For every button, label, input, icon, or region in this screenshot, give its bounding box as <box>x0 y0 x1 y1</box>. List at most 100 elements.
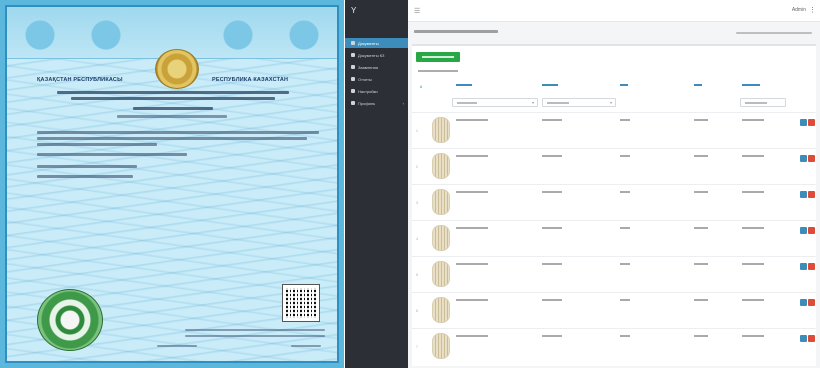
chart-icon <box>351 77 355 81</box>
sidebar-item-documents[interactable]: Документы <box>345 38 408 48</box>
cell-number <box>542 263 562 265</box>
records-count <box>418 70 458 72</box>
state-emblem-icon <box>155 49 199 89</box>
cell-name <box>456 119 488 121</box>
menu-icon[interactable]: ☰ <box>414 7 420 15</box>
column-header-number[interactable] <box>542 84 558 86</box>
certificate-country-ru: РЕСПУБЛИКА КАЗАХСТАН <box>212 77 289 83</box>
certificate-footer-line <box>157 345 197 347</box>
add-document-button[interactable] <box>416 52 460 62</box>
cell-status <box>742 299 764 301</box>
cell-status <box>742 227 764 229</box>
row-number: 5 <box>416 273 418 277</box>
sidebar-item-label: Документы КЗ <box>358 52 385 58</box>
certificate-seal-icon <box>37 289 103 351</box>
cell-type <box>694 227 708 229</box>
sidebar-item-applications[interactable]: Заявления <box>345 62 408 72</box>
edit-button[interactable] <box>800 119 807 126</box>
table-row[interactable]: 7 <box>412 328 816 364</box>
chevron-left-icon: ‹ <box>402 100 404 106</box>
cell-name <box>456 335 488 337</box>
delete-button[interactable] <box>808 263 815 270</box>
table-row[interactable]: 5 <box>412 256 816 292</box>
table-row[interactable]: 2 <box>412 148 816 184</box>
row-number: 4 <box>416 237 418 241</box>
gear-icon <box>351 89 355 93</box>
sidebar-item-profile[interactable]: Профиль ‹ <box>345 98 408 108</box>
delete-button[interactable] <box>808 335 815 342</box>
cell-name <box>456 263 488 265</box>
document-icon <box>351 41 355 45</box>
cell-number <box>542 119 562 121</box>
column-header-status[interactable] <box>742 84 760 86</box>
sidebar-item-settings[interactable]: Настройки <box>345 86 408 96</box>
document-thumbnail[interactable] <box>432 153 450 179</box>
user-menu[interactable]: Admin <box>792 7 806 13</box>
certificate-text-line <box>37 153 187 156</box>
more-options-icon[interactable]: ⋮ <box>809 6 816 14</box>
cell-status <box>742 119 764 121</box>
edit-button[interactable] <box>800 299 807 306</box>
cell-name <box>456 191 488 193</box>
document-thumbnail[interactable] <box>432 333 450 359</box>
page-title-text <box>414 30 498 33</box>
app-logo[interactable]: Y <box>351 6 356 15</box>
sidebar-item-label: Настройки <box>358 88 378 94</box>
column-header-type[interactable] <box>694 84 702 86</box>
edit-button[interactable] <box>800 227 807 234</box>
document-thumbnail[interactable] <box>432 297 450 323</box>
cell-type <box>694 299 708 301</box>
certificate-text-line <box>37 131 319 134</box>
certificate-text-line <box>133 107 213 110</box>
certificate-text-line <box>37 165 137 168</box>
cell-status <box>742 335 764 337</box>
user-icon <box>351 101 355 105</box>
column-header-date[interactable] <box>620 84 628 86</box>
name-filter-input[interactable]: ▾ <box>452 98 538 107</box>
cell-name <box>456 155 488 157</box>
row-number: 1 <box>416 129 418 133</box>
cell-date <box>620 119 630 121</box>
sidebar-item-label: Профиль <box>358 100 376 106</box>
column-header-num: # <box>420 84 423 89</box>
document-thumbnail[interactable] <box>432 261 450 287</box>
chevron-down-icon: ▾ <box>531 100 534 105</box>
table-row[interactable]: 3 <box>412 184 816 220</box>
number-filter-input[interactable]: ▾ <box>542 98 616 107</box>
cell-status <box>742 263 764 265</box>
cell-type <box>694 191 708 193</box>
certificate-sheet: ҚАЗАҚСТАН РЕСПУБЛИКАСЫ РЕСПУБЛИКА КАЗАХС… <box>5 5 339 363</box>
certificate-image: ҚАЗАҚСТАН РЕСПУБЛИКАСЫ РЕСПУБЛИКА КАЗАХС… <box>0 0 344 368</box>
document-thumbnail[interactable] <box>432 189 450 215</box>
delete-button[interactable] <box>808 155 815 162</box>
cell-number <box>542 335 562 337</box>
cell-date <box>620 227 630 229</box>
delete-button[interactable] <box>808 299 815 306</box>
table-row[interactable]: 6 <box>412 292 816 328</box>
chevron-down-icon: ▾ <box>609 100 612 105</box>
edit-button[interactable] <box>800 191 807 198</box>
sidebar-item-documents-kz[interactable]: Документы КЗ <box>345 50 408 60</box>
table-row[interactable]: 1 <box>412 112 816 148</box>
delete-button[interactable] <box>808 227 815 234</box>
breadcrumb-text <box>736 32 812 34</box>
document-thumbnail[interactable] <box>432 225 450 251</box>
cell-date <box>620 263 630 265</box>
column-header-name[interactable] <box>456 84 472 86</box>
delete-button[interactable] <box>808 191 815 198</box>
edit-button[interactable] <box>800 263 807 270</box>
certificate-footer-line <box>185 335 325 337</box>
edit-button[interactable] <box>800 335 807 342</box>
delete-button[interactable] <box>808 119 815 126</box>
certificate-text-line <box>57 91 289 94</box>
breadcrumb[interactable] <box>736 32 812 34</box>
cell-date <box>620 191 630 193</box>
document-thumbnail[interactable] <box>432 117 450 143</box>
page-title <box>414 30 498 33</box>
sidebar-item-label: Заявления <box>358 64 379 70</box>
status-filter-input[interactable] <box>740 98 786 107</box>
table-row[interactable]: 4 <box>412 220 816 256</box>
cell-status <box>742 191 764 193</box>
edit-button[interactable] <box>800 155 807 162</box>
sidebar-item-reports[interactable]: Отчеты <box>345 74 408 84</box>
